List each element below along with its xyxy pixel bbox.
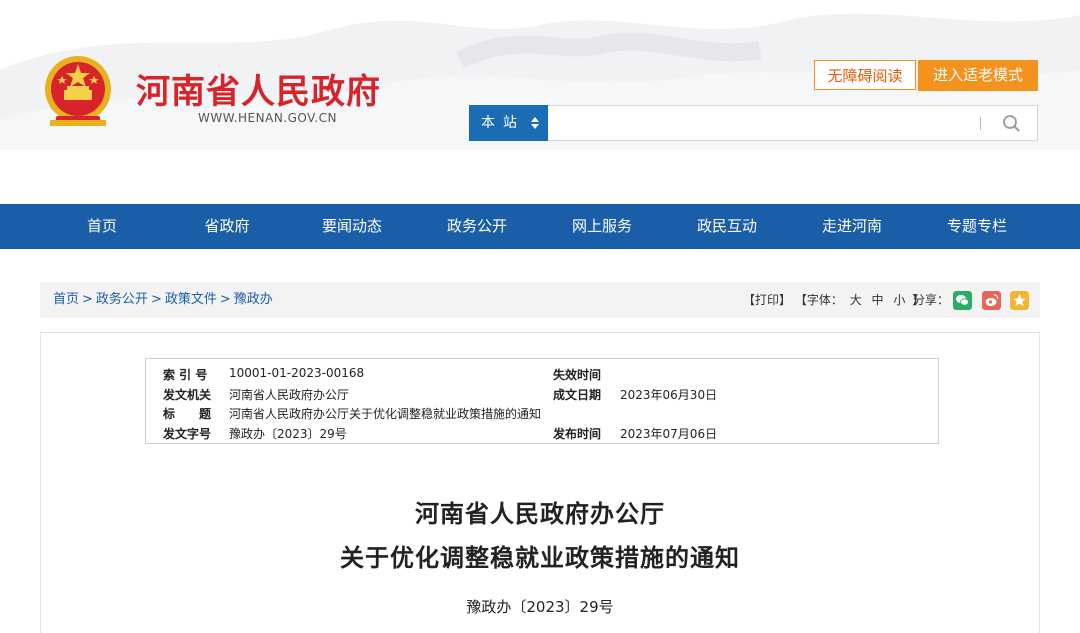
- title-label: 标 题: [163, 407, 212, 421]
- search-scope-label: 本站: [481, 115, 525, 131]
- font-size-label: 【字体：: [794, 293, 843, 307]
- accessible-reading-button[interactable]: 无障碍阅读: [814, 60, 916, 90]
- document-number: 豫政办〔2023〕29号: [466, 598, 614, 616]
- star-icon[interactable]: [1010, 291, 1029, 310]
- font-size-large[interactable]: 大: [850, 293, 862, 307]
- font-size-small[interactable]: 小: [893, 293, 905, 307]
- written-date-value: 2023年06月30日: [620, 388, 718, 402]
- breadcrumb-separator: >: [219, 292, 231, 307]
- site-header: 河南省人民政府 WWW.HENAN.GOV.CN 无障碍阅读 进入适老模式 本站: [0, 0, 1080, 204]
- nav-item-news[interactable]: 要闻动态: [297, 204, 407, 249]
- wechat-icon[interactable]: [953, 291, 972, 310]
- written-date-label: 成文日期: [553, 388, 602, 402]
- nav-item-disclosure[interactable]: 政务公开: [422, 204, 532, 249]
- title-value: 河南省人民政府办公厅关于优化调整稳就业政策措施的通知: [229, 407, 542, 421]
- search-scope-select[interactable]: 本站: [469, 105, 548, 141]
- nav-item-about-henan[interactable]: 走进河南: [797, 204, 907, 249]
- main-nav: 首页 省政府 要闻动态 政务公开 网上服务 政民互动 走进河南 专题专栏: [0, 204, 1080, 249]
- issuer-value: 河南省人民政府办公厅: [229, 388, 350, 402]
- breadcrumb-home[interactable]: 首页: [53, 292, 79, 307]
- document-number-value: 豫政办〔2023〕29号: [229, 427, 347, 441]
- updown-arrow-icon: [531, 117, 539, 129]
- breadcrumb-policy-docs[interactable]: 政策文件: [165, 292, 217, 307]
- page-tools: 【打印】 【字体： 大 中 小 】: [743, 282, 924, 318]
- breadcrumb-disclosure[interactable]: 政务公开: [96, 292, 148, 307]
- publish-time-label: 发布时间: [553, 427, 602, 441]
- index-number-label: 索 引 号: [163, 368, 208, 382]
- document-title-line2: 关于优化调整稳就业政策措施的通知: [340, 544, 740, 572]
- magnifier-icon[interactable]: [998, 111, 1026, 137]
- search-divider: [980, 117, 981, 130]
- document-title-line1: 河南省人民政府办公厅: [415, 500, 665, 528]
- article-container: 索 引 号 10001-01-2023-00168 失效时间 发文机关 河南省人…: [40, 332, 1040, 633]
- share-label: 分享：: [913, 293, 950, 307]
- nav-item-government[interactable]: 省政府: [172, 204, 282, 249]
- issuer-label: 发文机关: [163, 388, 212, 402]
- nav-item-home[interactable]: 首页: [47, 204, 157, 249]
- site-url: WWW.HENAN.GOV.CN: [198, 111, 337, 125]
- nav-item-interaction[interactable]: 政民互动: [672, 204, 782, 249]
- site-title[interactable]: 河南省人民政府: [136, 64, 381, 113]
- search-input[interactable]: [548, 106, 980, 140]
- breadcrumb-separator: >: [82, 292, 93, 307]
- font-size-medium[interactable]: 中: [872, 293, 884, 307]
- index-number-value: 10001-01-2023-00168: [229, 366, 365, 380]
- document-number-label: 发文字号: [163, 427, 212, 441]
- elder-mode-button[interactable]: 进入适老模式: [918, 60, 1038, 91]
- breadcrumb-yuzhengban[interactable]: 豫政办: [234, 292, 273, 307]
- breadcrumb-separator: >: [150, 292, 162, 307]
- publish-time-value: 2023年07月06日: [620, 427, 718, 441]
- breadcrumb: 首页 > 政务公开 > 政策文件 > 豫政办: [53, 282, 273, 318]
- nav-item-topics[interactable]: 专题专栏: [922, 204, 1032, 249]
- expire-time-label: 失效时间: [553, 368, 602, 382]
- nav-item-services[interactable]: 网上服务: [547, 204, 657, 249]
- weibo-icon[interactable]: [982, 291, 1001, 310]
- print-button[interactable]: 【打印】: [743, 293, 791, 307]
- document-metadata-table: 索 引 号 10001-01-2023-00168 失效时间 发文机关 河南省人…: [145, 358, 939, 444]
- breadcrumb-bar: 首页 > 政务公开 > 政策文件 > 豫政办 【打印】 【字体： 大 中 小 】 分享：: [40, 282, 1040, 318]
- search-box: [548, 105, 1038, 141]
- national-emblem-icon: [45, 56, 111, 126]
